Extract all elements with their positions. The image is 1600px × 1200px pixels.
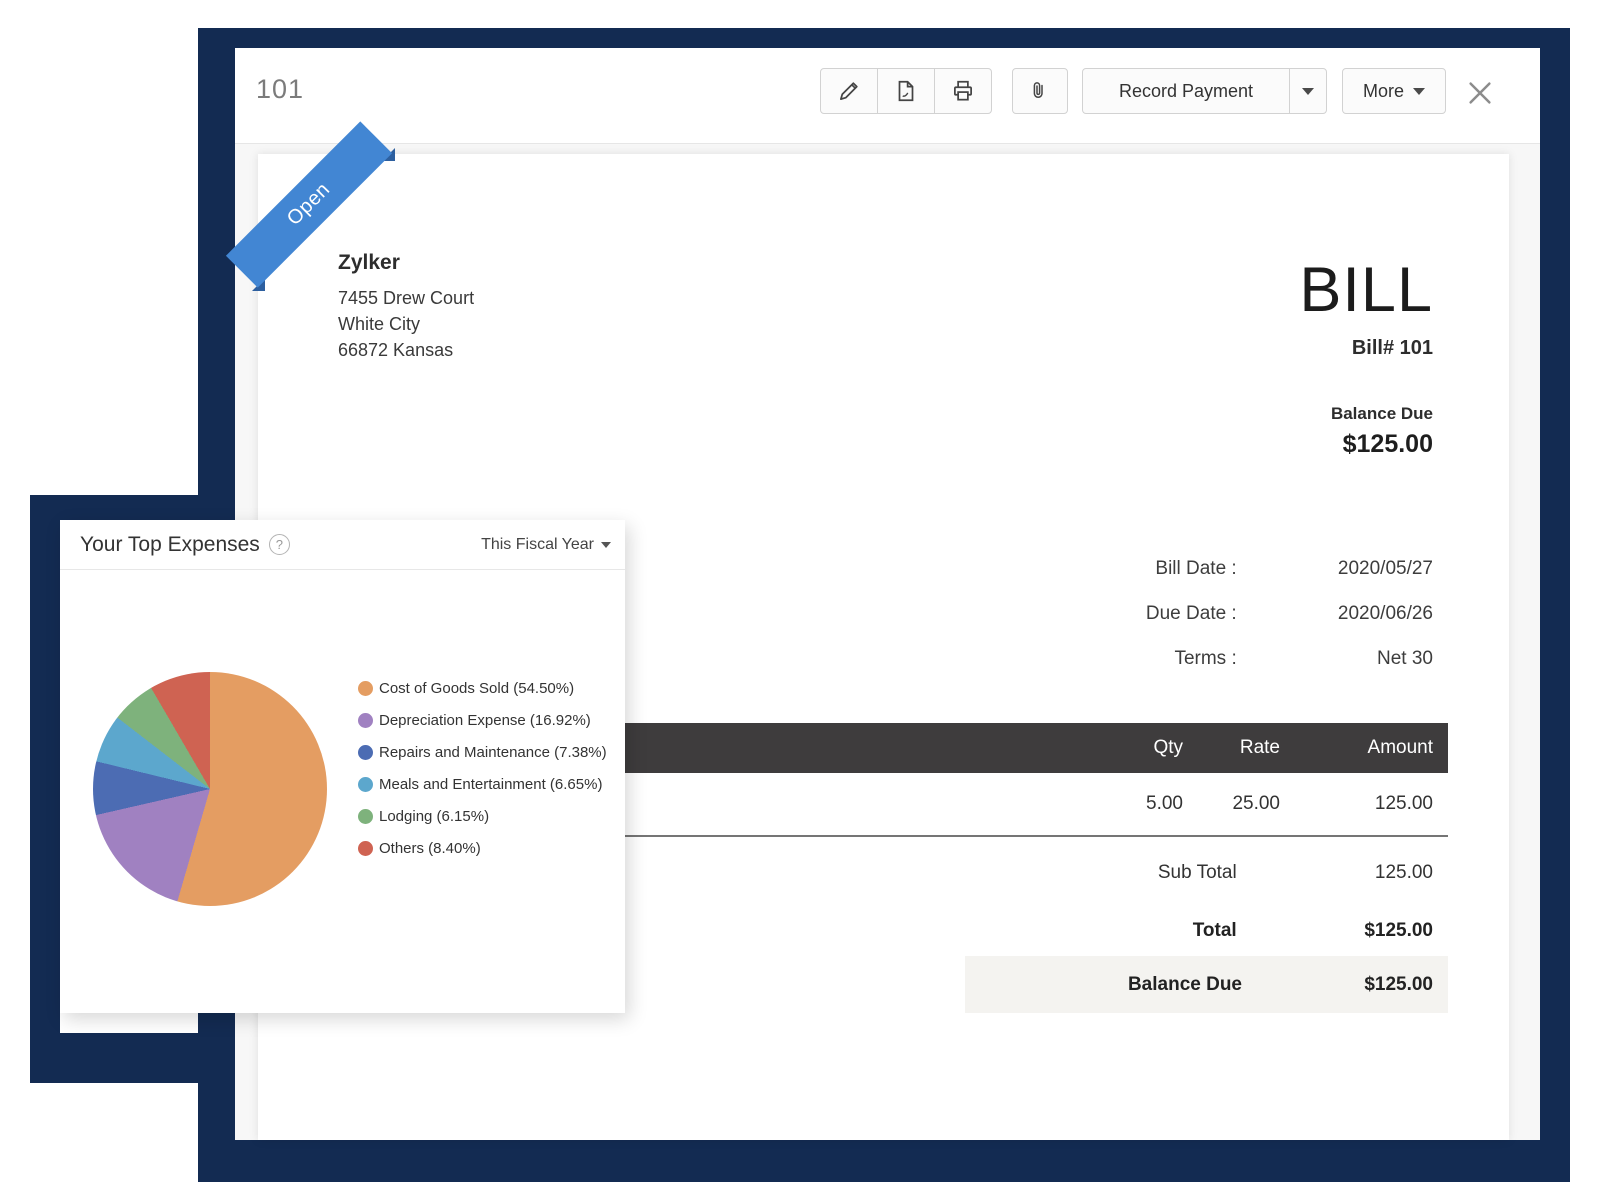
meta-label: Terms :	[1174, 648, 1236, 669]
meta-row: Bill Date : 2020/05/27	[1146, 546, 1433, 591]
balance-due-row-label: Balance Due	[1128, 956, 1242, 1013]
print-button[interactable]	[934, 68, 992, 114]
vendor-address-line: 66872 Kansas	[338, 337, 474, 363]
legend-dot-icon	[358, 841, 373, 856]
pdf-file-icon	[893, 78, 919, 104]
legend-label: Cost of Goods Sold (54.50%)	[379, 680, 574, 697]
meta-label: Due Date :	[1146, 603, 1237, 624]
legend-dot-icon	[358, 809, 373, 824]
chevron-down-icon	[1302, 88, 1314, 95]
total-value: $125.00	[1242, 911, 1433, 951]
legend-item: Meals and Entertainment (6.65%)	[358, 777, 607, 792]
meta-row: Due Date : 2020/06/26	[1146, 591, 1433, 636]
balance-due-header: Balance Due $125.00	[1331, 403, 1433, 459]
meta-label: Bill Date :	[1155, 558, 1236, 579]
chevron-down-icon	[1413, 88, 1425, 95]
bill-number: Bill# 101	[1299, 336, 1433, 361]
legend-item: Others (8.40%)	[358, 841, 607, 856]
legend-item: Lodging (6.15%)	[358, 809, 607, 824]
chevron-down-icon	[601, 542, 611, 548]
amount-column-header: Amount	[1368, 723, 1433, 773]
meta-value: 2020/05/27	[1242, 546, 1433, 591]
period-selector-label: This Fiscal Year	[481, 536, 594, 554]
status-ribbon-label: Open	[226, 121, 392, 287]
decorative-frame-bar	[30, 1033, 235, 1083]
meta-row: Terms : Net 30	[1146, 636, 1433, 681]
document-title: 101	[256, 74, 304, 105]
pencil-icon	[836, 78, 862, 104]
meta-value: 2020/06/26	[1242, 591, 1433, 636]
legend-label: Meals and Entertainment (6.65%)	[379, 776, 602, 793]
more-label: More	[1363, 81, 1404, 102]
close-button[interactable]	[1463, 76, 1497, 110]
legend-item: Cost of Goods Sold (54.50%)	[358, 681, 607, 696]
legend-label: Others (8.40%)	[379, 840, 481, 857]
period-selector[interactable]: This Fiscal Year	[481, 536, 611, 554]
total-label: Total	[1193, 920, 1237, 941]
attachment-button[interactable]	[1012, 68, 1068, 114]
item-rate: 25.00	[1232, 773, 1280, 835]
qty-column-header: Qty	[1153, 723, 1183, 773]
record-payment-button[interactable]: Record Payment	[1083, 69, 1289, 113]
item-qty: 5.00	[1146, 773, 1183, 835]
printer-icon	[950, 78, 976, 104]
balance-due-row: Balance Due $125.00	[965, 956, 1448, 1013]
expenses-pie[interactable]	[93, 672, 327, 906]
decorative-frame-bar	[30, 495, 60, 1083]
bill-heading: BILL Bill# 101	[1299, 259, 1433, 361]
decorative-frame-bar	[30, 495, 235, 521]
close-icon	[1465, 78, 1495, 108]
legend-dot-icon	[358, 681, 373, 696]
legend-label: Depreciation Expense (16.92%)	[379, 712, 591, 729]
help-icon[interactable]: ?	[269, 534, 290, 555]
expenses-widget-title: Your Top Expenses	[80, 533, 260, 557]
legend-item: Depreciation Expense (16.92%)	[358, 713, 607, 728]
balance-due-row-value: $125.00	[1364, 956, 1433, 1013]
edit-button[interactable]	[820, 68, 878, 114]
legend-dot-icon	[358, 745, 373, 760]
total-row: Total $125.00	[1193, 911, 1433, 951]
paperclip-icon	[1028, 79, 1052, 103]
legend-dot-icon	[358, 777, 373, 792]
expenses-widget-header: Your Top Expenses ? This Fiscal Year	[60, 520, 625, 570]
balance-due-amount: $125.00	[1331, 429, 1433, 459]
legend-dot-icon	[358, 713, 373, 728]
subtotal-label: Sub Total	[1158, 862, 1237, 883]
toolbar: 101	[235, 48, 1540, 144]
legend-label: Repairs and Maintenance (7.38%)	[379, 744, 607, 761]
doc-type-title: BILL	[1299, 259, 1433, 322]
subtotal-row: Sub Total 125.00	[1158, 853, 1433, 893]
record-payment-split-button: Record Payment	[1082, 68, 1327, 114]
bill-meta: Bill Date : 2020/05/27 Due Date : 2020/0…	[1146, 546, 1433, 681]
rate-column-header: Rate	[1240, 723, 1280, 773]
status-ribbon: Open	[258, 154, 428, 324]
legend-label: Lodging (6.15%)	[379, 808, 489, 825]
record-payment-dropdown[interactable]	[1289, 69, 1326, 113]
legend-item: Repairs and Maintenance (7.38%)	[358, 745, 607, 760]
meta-value: Net 30	[1242, 636, 1433, 681]
toolbar-icon-group	[820, 68, 992, 114]
expenses-legend: Cost of Goods Sold (54.50%) Depreciation…	[358, 681, 607, 873]
item-amount: 125.00	[1375, 773, 1433, 835]
balance-due-label: Balance Due	[1331, 403, 1433, 425]
pdf-button[interactable]	[877, 68, 935, 114]
expenses-widget: Your Top Expenses ? This Fiscal Year Cos…	[60, 520, 625, 1013]
subtotal-value: 125.00	[1242, 853, 1433, 893]
more-button[interactable]: More	[1342, 68, 1446, 114]
